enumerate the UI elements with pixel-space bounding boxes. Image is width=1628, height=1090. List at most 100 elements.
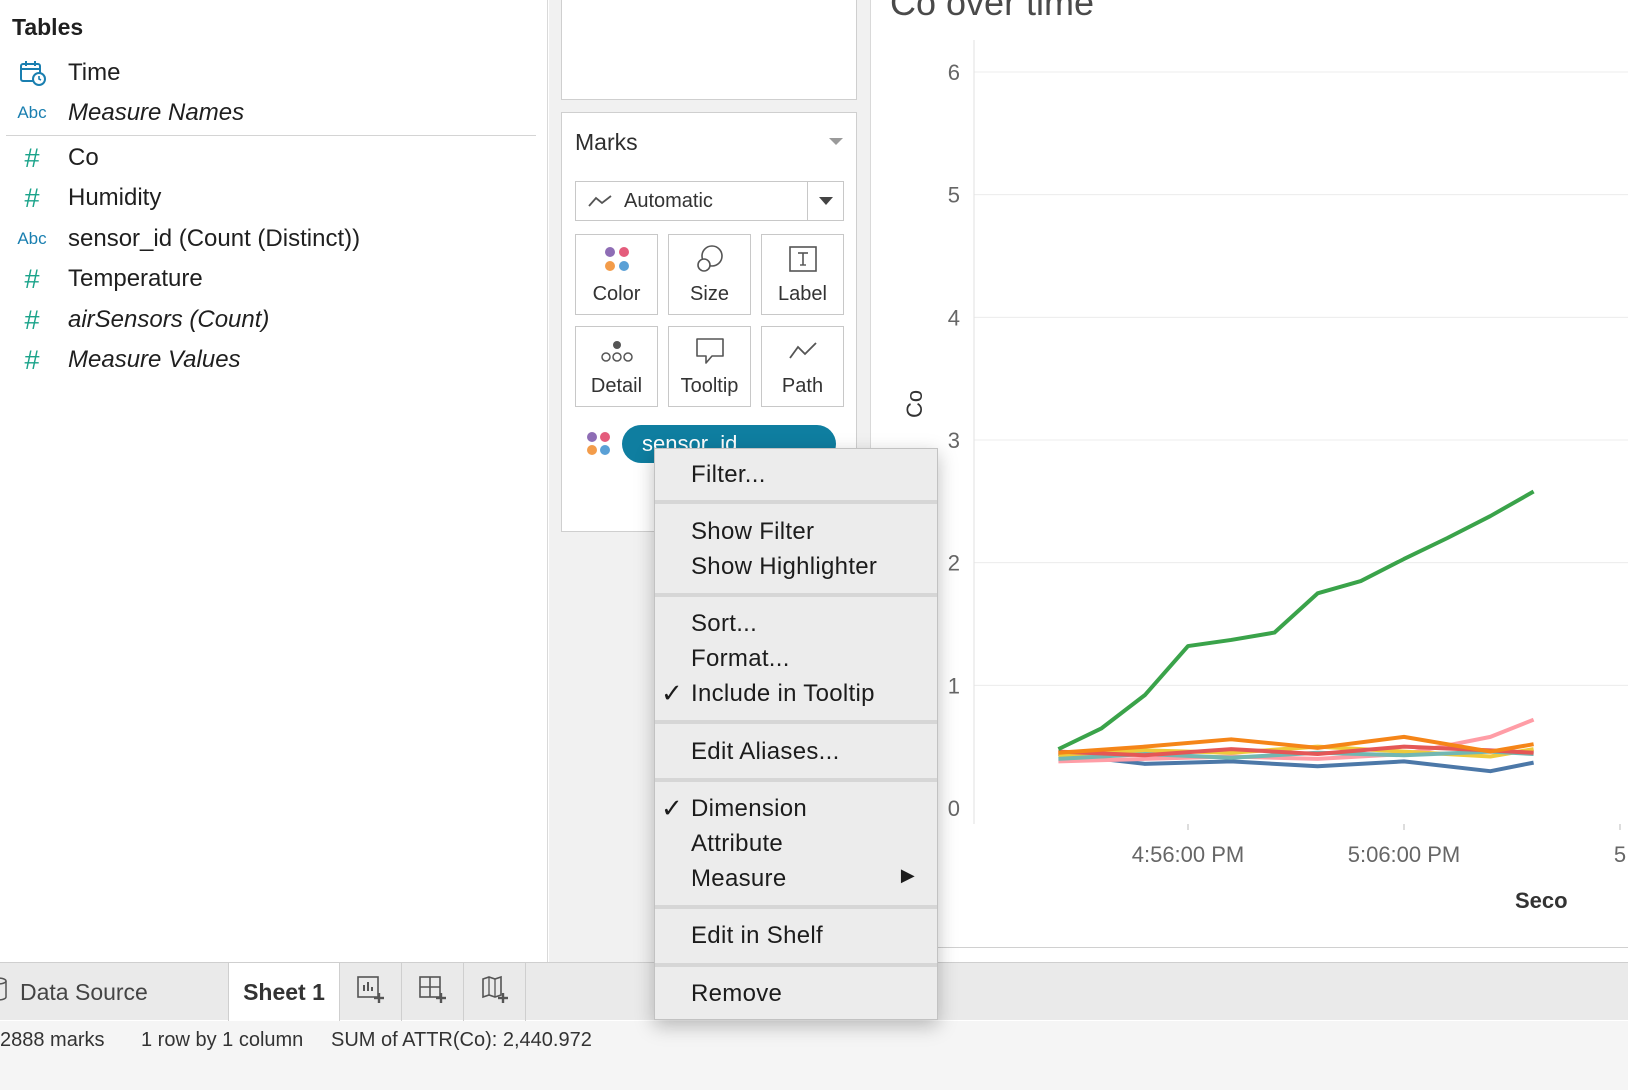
y-tick-label: 5	[948, 183, 960, 208]
field-temperature[interactable]: # Temperature	[0, 261, 540, 297]
y-tick-label: 6	[948, 60, 960, 85]
color-button[interactable]: Color	[575, 234, 658, 315]
tooltip-label: Tooltip	[680, 375, 739, 397]
y-tick-label: 1	[948, 673, 960, 698]
field-label: sensor_id (Count (Distinct))	[68, 225, 361, 252]
field-humidity[interactable]: # Humidity	[0, 180, 540, 216]
menu-item-sort[interactable]: Sort...	[655, 606, 937, 641]
field-measure-names[interactable]: Abc Measure Names	[0, 95, 540, 131]
database-icon	[0, 977, 8, 1007]
calendar-clock-icon	[0, 59, 64, 87]
field-label: Co	[68, 144, 99, 171]
pill-context-menu: Filter... Show Filter Show Highlighter S…	[654, 448, 938, 1020]
menu-item-attribute[interactable]: Attribute	[655, 826, 937, 861]
x-tick-label: 5	[1614, 842, 1626, 867]
tab-label: Sheet 1	[243, 978, 325, 1005]
menu-separator	[655, 963, 937, 967]
x-tick-label: 4:56:00 PM	[1132, 842, 1245, 867]
field-measure-values[interactable]: # Measure Values	[0, 342, 540, 378]
color-encoding-icon	[586, 431, 612, 462]
menu-item-label: Include in Tooltip	[691, 679, 875, 707]
detail-button[interactable]: Detail	[575, 326, 658, 407]
size-button[interactable]: Size	[668, 234, 751, 315]
new-dashboard-icon	[418, 975, 448, 1010]
path-label: Path	[781, 375, 824, 397]
menu-separator	[655, 778, 937, 782]
size-icon	[695, 241, 725, 277]
field-label: Temperature	[68, 265, 203, 292]
status-sum: SUM of ATTR(Co): 2,440.972	[331, 1029, 592, 1051]
submenu-arrow-icon: ▶	[900, 865, 915, 885]
path-button[interactable]: Path	[761, 326, 844, 407]
hash-icon: #	[24, 263, 40, 294]
color-label: Color	[592, 283, 641, 305]
chart-title: Co over time	[890, 0, 1095, 23]
abc-icon: Abc	[17, 229, 47, 248]
menu-separator	[655, 500, 937, 504]
menu-item-label: Edit in Shelf	[691, 921, 823, 949]
y-tick-label: 0	[948, 796, 960, 821]
field-label: airSensors (Count)	[68, 306, 270, 333]
hash-icon: #	[24, 142, 40, 173]
menu-item-label: Measure	[691, 864, 787, 892]
menu-item-edit-in-shelf[interactable]: Edit in Shelf	[655, 918, 937, 953]
menu-item-filter[interactable]: Filter...	[655, 457, 937, 492]
y-axis-label: Co	[902, 389, 927, 418]
line-mark-icon	[576, 193, 624, 209]
status-rows-cols: 1 row by 1 column	[141, 1029, 304, 1051]
menu-item-show-highlighter[interactable]: Show Highlighter	[655, 549, 937, 584]
marks-title: Marks	[575, 129, 638, 155]
menu-item-label: Edit Aliases...	[691, 737, 840, 765]
menu-item-label: Sort...	[691, 609, 758, 637]
new-dashboard-button[interactable]	[402, 963, 464, 1021]
menu-item-edit-aliases[interactable]: Edit Aliases...	[655, 734, 937, 769]
checkmark-icon: ✓	[661, 678, 684, 708]
menu-separator	[655, 593, 937, 597]
tab-data-source[interactable]: Data Source	[0, 963, 228, 1021]
field-co[interactable]: # Co	[0, 140, 540, 176]
tab-sheet1[interactable]: Sheet 1	[228, 963, 340, 1021]
mark-type-dropdown[interactable]: Automatic	[575, 181, 844, 221]
dropdown-toggle[interactable]	[807, 182, 843, 220]
menu-item-label: Filter...	[691, 460, 766, 488]
menu-item-label: Attribute	[691, 829, 784, 857]
tooltip-button[interactable]: Tooltip	[668, 326, 751, 407]
field-label: Measure Values	[68, 346, 241, 373]
hash-icon: #	[24, 344, 40, 375]
abc-icon: Abc	[17, 103, 47, 122]
x-axis-label: Seco	[1515, 888, 1568, 913]
menu-item-label: Remove	[691, 979, 783, 1007]
menu-item-label: Dimension	[691, 794, 808, 822]
field-label: Time	[68, 59, 121, 86]
filters-card[interactable]	[561, 0, 857, 100]
menu-item-remove[interactable]: Remove	[655, 976, 937, 1011]
menu-item-dimension[interactable]: ✓ Dimension	[655, 791, 937, 826]
label-button[interactable]: Label	[761, 234, 844, 315]
field-label: Measure Names	[68, 99, 245, 126]
viz-area: 0 1 2 3 4 5 6 4:56:00 PM 5:06:00 PM 5 Co over tim…	[872, 0, 1628, 948]
y-tick-label: 4	[948, 305, 960, 330]
data-pane: Tables Time Abc Measure Names # Co # Hum…	[0, 0, 548, 962]
new-worksheet-button[interactable]	[340, 963, 402, 1021]
marks-menu-caret-icon[interactable]	[829, 138, 843, 145]
checkmark-icon: ✓	[661, 793, 684, 823]
menu-item-label: Format...	[691, 644, 790, 672]
path-icon	[788, 333, 818, 369]
status-bar: 2888 marks 1 row by 1 column SUM of ATTR…	[0, 1021, 1628, 1090]
status-marks: 2888 marks	[0, 1029, 105, 1051]
new-story-button[interactable]	[464, 963, 526, 1021]
line-chart[interactable]: 0 1 2 3 4 5 6 4:56:00 PM 5:06:00 PM 5	[872, 0, 1628, 948]
tab-label: Data Source	[20, 978, 148, 1005]
series-line	[1057, 489, 1535, 751]
menu-item-show-filter[interactable]: Show Filter	[655, 514, 937, 549]
field-airsensors-count[interactable]: # airSensors (Count)	[0, 302, 540, 338]
tooltip-icon	[695, 333, 725, 369]
menu-item-include-in-tooltip[interactable]: ✓ Include in Tooltip	[655, 676, 937, 711]
menu-item-label: Show Highlighter	[691, 552, 878, 580]
hash-icon: #	[24, 182, 40, 213]
detail-icon	[600, 333, 633, 369]
menu-item-format[interactable]: Format...	[655, 641, 937, 676]
field-time[interactable]: Time	[0, 55, 540, 91]
menu-item-measure[interactable]: Measure ▶	[655, 861, 937, 896]
field-sensor-id-count-distinct[interactable]: Abc sensor_id (Count (Distinct))	[0, 221, 540, 257]
